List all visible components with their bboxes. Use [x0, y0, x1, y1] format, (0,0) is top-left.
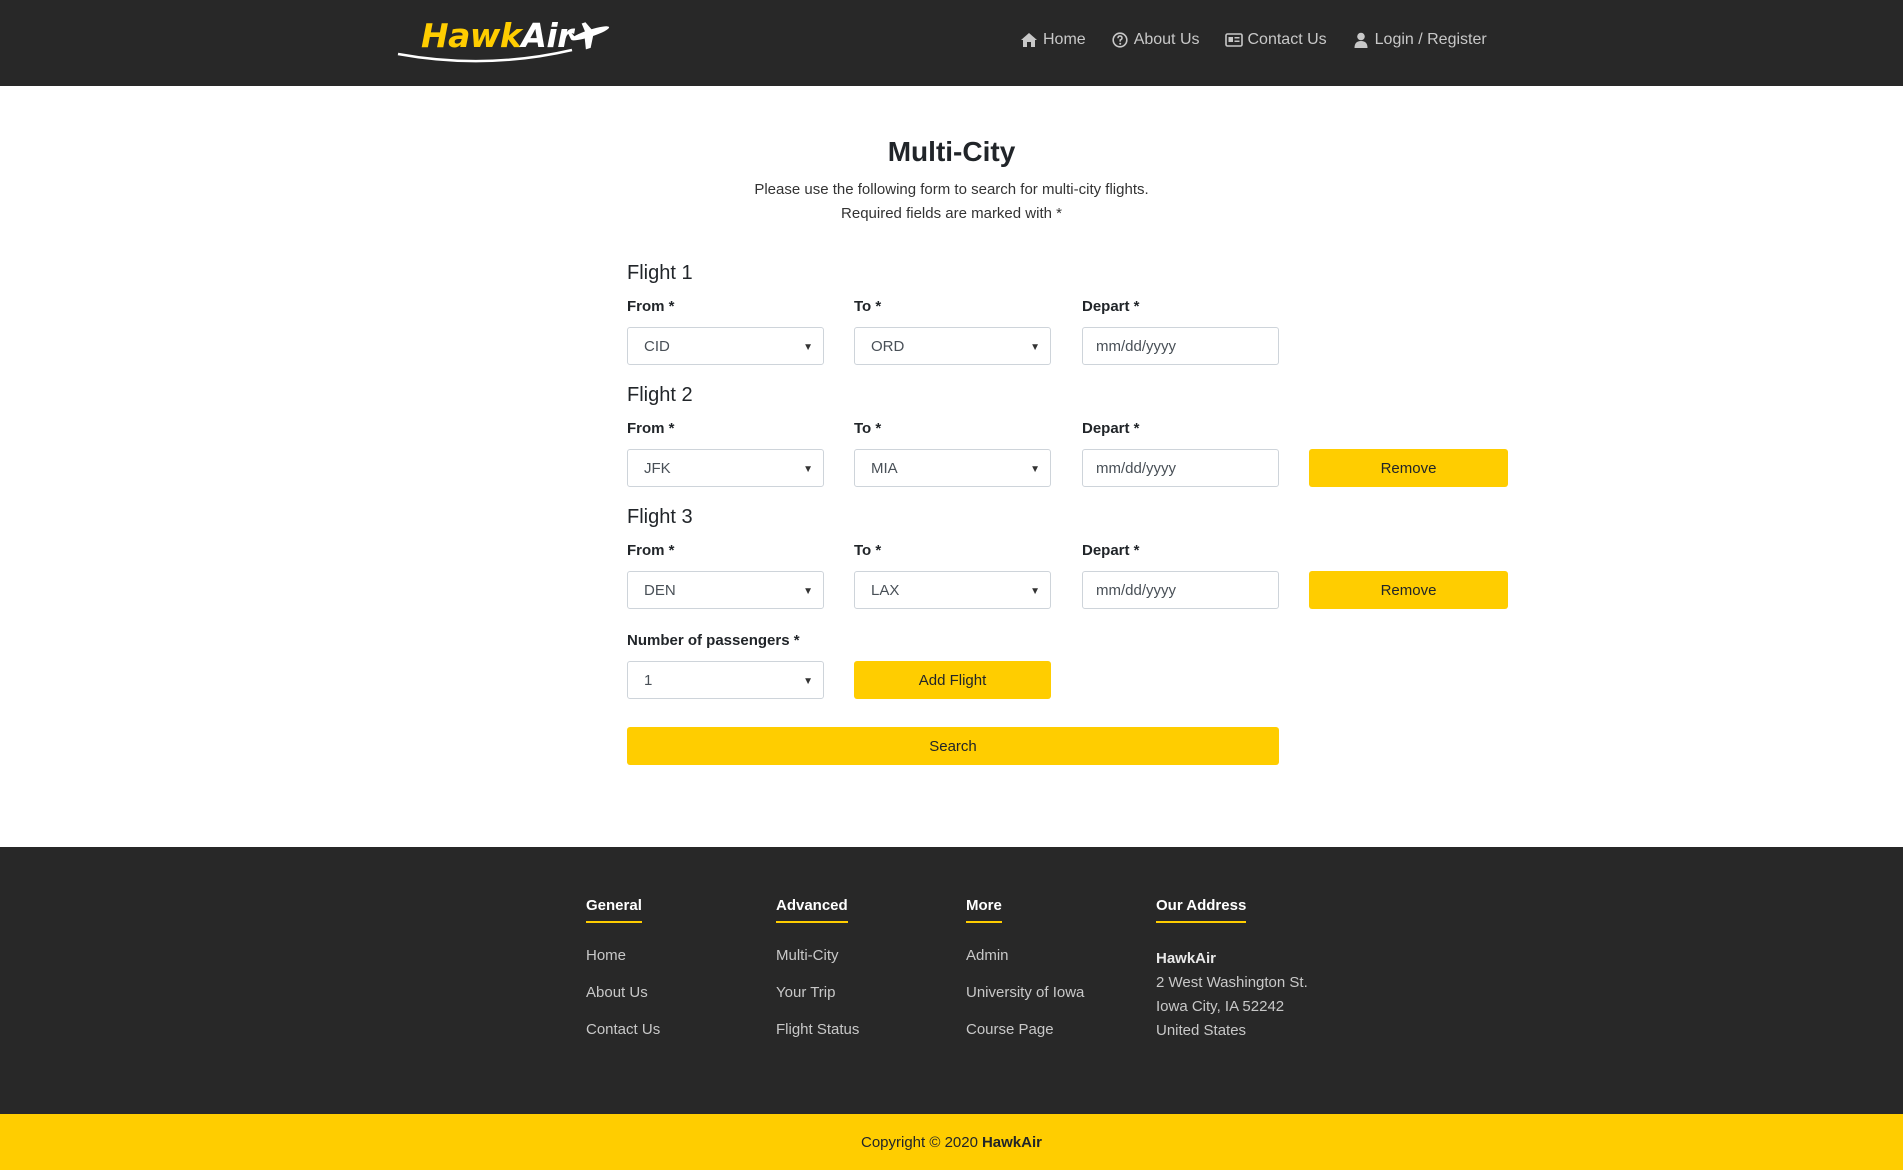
nav-contact[interactable]: Contact Us [1224, 31, 1327, 49]
address-line-3: United States [1156, 1022, 1247, 1039]
footer-address-block: HawkAir 2 West Washington St. Iowa City,… [1156, 947, 1308, 1043]
flight-2-date-placeholder: mm/dd/yyyy [1096, 459, 1177, 477]
footer-link-your-trip[interactable]: Your Trip [776, 984, 859, 1001]
chevron-down-icon: ▼ [803, 464, 813, 475]
main-content: Multi-City Please use the following form… [0, 86, 1903, 847]
footer-link-multi-city[interactable]: Multi-City [776, 947, 859, 964]
nav-contact-label: Contact Us [1247, 31, 1327, 48]
footer-heading-general: General [586, 897, 642, 923]
flight-3-to-label: To * [854, 542, 882, 559]
address-line-1: 2 West Washington St. [1156, 974, 1308, 991]
footer-link-admin[interactable]: Admin [966, 947, 1084, 964]
flight-2-to-select[interactable]: MIA ▼ [854, 449, 1051, 487]
flight-1-depart-label: Depart * [1082, 298, 1140, 315]
footer-link-home[interactable]: Home [586, 947, 660, 964]
footer-heading-advanced: Advanced [776, 897, 848, 923]
nav-about[interactable]: About Us [1111, 31, 1200, 49]
address-line-2: Iowa City, IA 52242 [1156, 998, 1285, 1015]
intro-line-2: Required fields are marked with * [841, 205, 1062, 222]
footer-link-flight-status[interactable]: Flight Status [776, 1021, 859, 1038]
flight-1-from-value: CID [644, 337, 670, 355]
flight-3-depart-date-input[interactable]: mm/dd/yyyy [1082, 571, 1279, 609]
flight-2-depart-label: Depart * [1082, 420, 1140, 437]
flight-3-from-select[interactable]: DEN ▼ [627, 571, 824, 609]
chevron-down-icon: ▼ [803, 342, 813, 353]
footer-link-contact[interactable]: Contact Us [586, 1021, 660, 1038]
home-icon [1020, 31, 1038, 49]
address-name: HawkAir [1156, 950, 1217, 967]
flight-1-depart-date-input[interactable]: mm/dd/yyyy [1082, 327, 1279, 365]
flight-2-from-select[interactable]: JFK ▼ [627, 449, 824, 487]
nav-home[interactable]: Home [1020, 31, 1086, 49]
flight-1-to-label: To * [854, 298, 882, 315]
flight-3-heading: Flight 3 [627, 506, 693, 528]
flight-3-to-value: LAX [871, 581, 900, 599]
nav-home-label: Home [1043, 31, 1086, 48]
flight-1-to-select[interactable]: ORD ▼ [854, 327, 1051, 365]
copyright-text: Copyright © 2020 [861, 1133, 978, 1151]
copyright-bar: Copyright © 2020 HawkAir [0, 1114, 1903, 1170]
search-button[interactable]: Search [627, 727, 1279, 765]
user-icon [1352, 31, 1370, 49]
flight-3-from-value: DEN [644, 581, 676, 599]
passengers-value: 1 [644, 671, 653, 689]
flight-3-depart-label: Depart * [1082, 542, 1140, 559]
flight-3-date-placeholder: mm/dd/yyyy [1096, 581, 1177, 599]
nav-about-label: About Us [1133, 31, 1200, 48]
footer-col-general: General Home About Us Contact Us [586, 897, 660, 1038]
site-footer: General Home About Us Contact Us Advance… [0, 847, 1903, 1114]
flight-2-heading: Flight 2 [627, 384, 693, 406]
intro-line-1: Please use the following form to search … [754, 181, 1149, 198]
chevron-down-icon: ▼ [803, 676, 813, 687]
nav-login-label: Login / Register [1374, 31, 1487, 48]
logo-wordmark: HawkAir [421, 16, 573, 55]
flight-2-to-label: To * [854, 420, 882, 437]
flight-3-remove-button[interactable]: Remove [1309, 571, 1508, 609]
flight-1-from-select[interactable]: CID ▼ [627, 327, 824, 365]
top-navbar: HawkAir Home About Us Contact Us Login /… [0, 0, 1903, 86]
footer-heading-more: More [966, 897, 1002, 923]
chevron-down-icon: ▼ [803, 586, 813, 597]
passengers-label: Number of passengers * [627, 632, 800, 649]
flight-2-from-value: JFK [644, 459, 671, 477]
chevron-down-icon: ▼ [1030, 586, 1040, 597]
flight-2-remove-button[interactable]: Remove [1309, 449, 1508, 487]
page-title: Multi-City [887, 136, 1016, 167]
nav-links: Home About Us Contact Us Login / Registe… [1020, 31, 1512, 49]
page-intro: Please use the following form to search … [0, 178, 1903, 226]
footer-col-more: More Admin University of Iowa Course Pag… [966, 897, 1084, 1038]
footer-heading-address: Our Address [1156, 897, 1247, 923]
flight-1-date-placeholder: mm/dd/yyyy [1096, 337, 1177, 355]
flight-2-depart-date-input[interactable]: mm/dd/yyyy [1082, 449, 1279, 487]
copyright-brand: HawkAir [981, 1133, 1042, 1151]
hawkair-logo[interactable]: HawkAir [396, 14, 621, 70]
footer-link-about[interactable]: About Us [586, 984, 660, 1001]
flight-2-to-value: MIA [871, 459, 898, 477]
question-circle-icon [1111, 31, 1129, 49]
id-card-icon [1224, 31, 1243, 49]
footer-col-address: Our Address HawkAir 2 West Washington St… [1156, 897, 1308, 1043]
passengers-select[interactable]: 1 ▼ [627, 661, 824, 699]
nav-login[interactable]: Login / Register [1352, 31, 1487, 49]
flight-2-from-label: From * [627, 420, 675, 437]
add-flight-button[interactable]: Add Flight [854, 661, 1051, 699]
footer-link-university[interactable]: University of Iowa [966, 984, 1084, 1001]
flight-1-to-value: ORD [871, 337, 905, 355]
flight-1-from-label: From * [627, 298, 675, 315]
flight-3-to-select[interactable]: LAX ▼ [854, 571, 1051, 609]
footer-col-advanced: Advanced Multi-City Your Trip Flight Sta… [776, 897, 859, 1038]
chevron-down-icon: ▼ [1030, 464, 1040, 475]
footer-link-course-page[interactable]: Course Page [966, 1021, 1084, 1038]
flight-1-heading: Flight 1 [627, 262, 693, 284]
chevron-down-icon: ▼ [1030, 342, 1040, 353]
flight-3-from-label: From * [627, 542, 675, 559]
